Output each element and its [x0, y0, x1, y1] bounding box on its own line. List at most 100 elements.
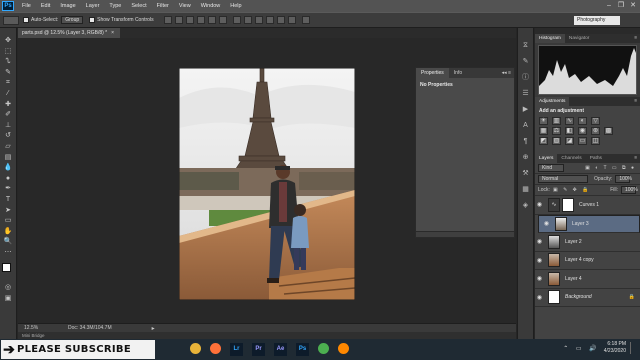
clone-source-panel-icon[interactable]: ⊕: [520, 152, 532, 164]
fill-input[interactable]: 100%: [621, 186, 638, 194]
info-panel-icon[interactable]: ⓘ: [520, 72, 532, 84]
visibility-eye-icon[interactable]: ◉: [535, 275, 544, 282]
type-tool-icon[interactable]: T: [2, 195, 14, 206]
zoom-tool-icon[interactable]: 🔍: [2, 237, 14, 248]
panel-menu-icon[interactable]: ≡: [634, 36, 640, 41]
visibility-eye-icon[interactable]: ◉: [535, 201, 544, 208]
paragraph-panel-icon[interactable]: ¶: [520, 136, 532, 148]
quick-mask-icon[interactable]: ◎: [2, 283, 14, 294]
layer-row-curves-1[interactable]: ◉ ∿ Curves 1: [535, 196, 640, 215]
align-right-icon[interactable]: [218, 16, 227, 24]
layer-row-layer-3[interactable]: ◉ Layer 3: [538, 214, 640, 233]
tab-properties[interactable]: Properties: [416, 68, 449, 78]
hand-tool-icon[interactable]: ✋: [2, 227, 14, 238]
foreground-color-swatch[interactable]: [2, 263, 11, 273]
invert-icon[interactable]: ◩: [539, 137, 548, 145]
healing-brush-tool-icon[interactable]: ✚: [2, 100, 14, 111]
bw-icon[interactable]: ◧: [565, 127, 574, 135]
tab-layers[interactable]: Layers: [535, 154, 558, 163]
lasso-tool-icon[interactable]: ᔐ: [2, 57, 14, 68]
gradient-map-icon[interactable]: ▭: [578, 137, 587, 145]
distribute-hcenter-icon[interactable]: [276, 16, 285, 24]
menu-filter[interactable]: Filter: [152, 0, 174, 12]
color-lookup-icon[interactable]: ▩: [604, 127, 613, 135]
visibility-eye-icon[interactable]: ◉: [535, 238, 544, 245]
color-swatches[interactable]: [0, 261, 16, 283]
premiere-icon[interactable]: Pr: [252, 343, 265, 356]
styles-panel-icon[interactable]: ◈: [520, 200, 532, 212]
panel-menu-icon[interactable]: ≡: [634, 156, 640, 161]
distribute-vcenter-icon[interactable]: [243, 16, 252, 24]
show-desktop-button[interactable]: [630, 342, 636, 354]
opacity-input[interactable]: 100%: [615, 175, 632, 183]
tool-presets-panel-icon[interactable]: ⚒: [520, 168, 532, 180]
history-brush-tool-icon[interactable]: ↺: [2, 131, 14, 142]
document-tab[interactable]: parts.psd @ 12.5% (Layer 3, RGB/8) * ×: [18, 28, 120, 38]
dodge-tool-icon[interactable]: ●: [2, 174, 14, 185]
workspace-dropdown[interactable]: Photography: [574, 16, 620, 25]
clock[interactable]: 6:18 PM 4/23/2020: [604, 341, 626, 355]
menu-edit[interactable]: Edit: [36, 0, 55, 12]
selective-color-icon[interactable]: ◫: [591, 137, 600, 145]
menu-window[interactable]: Window: [196, 0, 226, 12]
lightroom-icon[interactable]: Lr: [230, 343, 243, 356]
threshold-icon[interactable]: ◪: [565, 137, 574, 145]
file-explorer-icon[interactable]: [190, 343, 201, 354]
distribute-bottom-icon[interactable]: [254, 16, 263, 24]
levels-icon[interactable]: ▥: [552, 117, 561, 125]
tab-paths[interactable]: Paths: [586, 154, 606, 163]
tab-histogram[interactable]: Histogram: [535, 34, 565, 43]
auto-select-dropdown[interactable]: Group: [61, 16, 84, 24]
menu-type[interactable]: Type: [104, 0, 126, 12]
panel-collapse-icon[interactable]: ◂◂ ≡: [502, 70, 514, 76]
brush-panel-icon[interactable]: ✎: [520, 56, 532, 68]
vibrance-icon[interactable]: ▽: [591, 117, 600, 125]
distribute-top-icon[interactable]: [232, 16, 241, 24]
menu-select[interactable]: Select: [126, 0, 151, 12]
layer-kind-filter[interactable]: Kind: [538, 164, 564, 172]
minimize-icon[interactable]: –: [604, 1, 614, 11]
after-effects-icon[interactable]: Ae: [274, 343, 287, 356]
distribute-left-icon[interactable]: [265, 16, 274, 24]
chrome-icon[interactable]: [318, 343, 329, 354]
eraser-tool-icon[interactable]: ▱: [2, 142, 14, 153]
align-vcenter-icon[interactable]: [174, 16, 183, 24]
align-left-icon[interactable]: [196, 16, 205, 24]
visibility-eye-icon[interactable]: ◉: [542, 221, 551, 227]
menu-view[interactable]: View: [174, 0, 196, 12]
photo-filter-icon[interactable]: ◉: [578, 127, 587, 135]
screen-mode-icon[interactable]: ▣: [2, 294, 14, 305]
blur-tool-icon[interactable]: 💧: [2, 163, 14, 174]
visibility-eye-icon[interactable]: ◉: [535, 257, 544, 264]
pen-tool-icon[interactable]: ✒: [2, 184, 14, 195]
document-canvas-photo[interactable]: [179, 68, 355, 300]
menu-help[interactable]: Help: [225, 0, 246, 12]
properties-panel-icon[interactable]: ☰: [520, 88, 532, 100]
eyedropper-tool-icon[interactable]: ⁄: [2, 89, 14, 100]
status-arrow-icon[interactable]: ▸: [152, 325, 155, 332]
tab-info[interactable]: Info: [449, 68, 467, 78]
brightness-icon[interactable]: ☀: [539, 117, 548, 125]
actions-panel-icon[interactable]: ▶: [520, 104, 532, 116]
layer-row-layer-2[interactable]: ◉ Layer 2: [535, 233, 640, 252]
restore-icon[interactable]: ❐: [616, 1, 626, 11]
edit-toolbar-icon[interactable]: ⋯: [2, 248, 14, 259]
move-tool-preset-icon[interactable]: [3, 15, 19, 25]
layer-filter-icons[interactable]: ▣ ◐ T ▭ ⧉ ●: [585, 165, 640, 171]
lock-icons[interactable]: ▣ ✎ ✥ 🔒: [553, 187, 591, 193]
distribute-right-icon[interactable]: [287, 16, 296, 24]
brush-tool-icon[interactable]: ✐: [2, 110, 14, 121]
auto-align-icon[interactable]: [301, 16, 310, 24]
swatches-panel-icon[interactable]: ▦: [520, 184, 532, 196]
color-balance-icon[interactable]: ⚖: [552, 127, 561, 135]
clone-stamp-tool-icon[interactable]: ⊥: [2, 121, 14, 132]
photoshop-icon[interactable]: Ps: [296, 343, 309, 356]
doc-size-info[interactable]: Doc: 34.3M/104.7M: [68, 325, 112, 331]
character-panel-icon[interactable]: A: [520, 120, 532, 132]
shape-tool-icon[interactable]: ▭: [2, 216, 14, 227]
hue-sat-icon[interactable]: ▦: [539, 127, 548, 135]
history-panel-icon[interactable]: ⧖: [520, 40, 532, 52]
path-select-tool-icon[interactable]: ➤: [2, 206, 14, 217]
menu-image[interactable]: Image: [55, 0, 80, 12]
align-hcenter-icon[interactable]: [207, 16, 216, 24]
